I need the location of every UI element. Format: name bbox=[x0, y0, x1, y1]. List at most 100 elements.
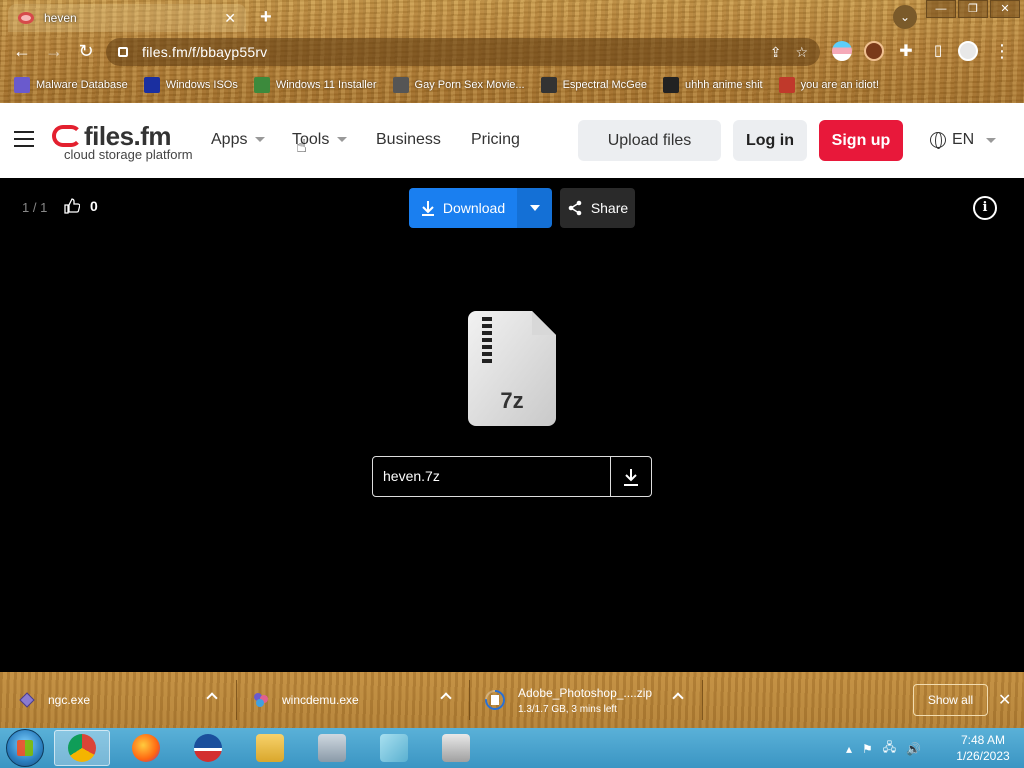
bookmark-star-icon[interactable]: ☆ bbox=[795, 44, 808, 61]
volume-icon[interactable]: 🔊 bbox=[906, 742, 921, 756]
share-page-icon[interactable]: ⇪ bbox=[770, 44, 782, 61]
forward-arrow-icon[interactable]: → bbox=[42, 41, 66, 62]
download-icon bbox=[624, 468, 638, 486]
brand-tagline: cloud storage platform bbox=[64, 147, 193, 162]
browser-frame: heven ✕ + ⌄ — ❐ ✕ ← → ↻ files.fm/f/bbayp… bbox=[0, 0, 1024, 103]
address-bar[interactable]: files.fm/f/bbayp55rv ⇪ ☆ bbox=[106, 38, 820, 66]
back-arrow-icon[interactable]: ← bbox=[10, 41, 34, 62]
file-name-row: heven.7z bbox=[372, 456, 652, 497]
tray-expand-icon[interactable]: ▴ bbox=[846, 742, 852, 756]
download-item[interactable]: wincdemu.exe bbox=[252, 680, 462, 720]
chevron-down-icon bbox=[337, 137, 348, 143]
bookmark-item[interactable]: Gay Porn Sex Movie... bbox=[392, 77, 525, 93]
bookmark-favicon-icon bbox=[540, 77, 557, 93]
bookmark-favicon-icon bbox=[253, 77, 270, 93]
taskbar-store[interactable] bbox=[428, 730, 484, 766]
login-button[interactable]: Log in bbox=[733, 120, 807, 161]
info-icon[interactable]: i bbox=[973, 196, 997, 220]
campaign-logo-icon bbox=[194, 734, 222, 762]
profile-avatar-icon[interactable] bbox=[958, 41, 978, 61]
taskbar-app[interactable] bbox=[304, 730, 360, 766]
bookmark-item[interactable]: Windows 11 Installer bbox=[253, 77, 377, 93]
taskbar-firefox[interactable] bbox=[118, 730, 174, 766]
download-item-in-progress[interactable]: Adobe_Photoshop_....zip 1.3/1.7 GB, 3 mi… bbox=[484, 680, 694, 720]
nav-apps[interactable]: Apps bbox=[211, 131, 266, 149]
exe-file-icon bbox=[254, 693, 268, 707]
lock-icon bbox=[118, 47, 128, 57]
like-button[interactable]: 0 bbox=[64, 198, 98, 214]
bookmark-favicon-icon bbox=[143, 77, 160, 93]
taskbar-chrome[interactable] bbox=[54, 730, 110, 766]
chevron-down-icon bbox=[986, 137, 997, 143]
bookmark-item[interactable]: Windows ISOs bbox=[143, 77, 238, 93]
site-header: files.fm cloud storage platform Apps Too… bbox=[0, 103, 1024, 178]
show-all-downloads-button[interactable]: Show all bbox=[913, 684, 988, 716]
taskbar-notepad[interactable] bbox=[366, 730, 422, 766]
like-count: 0 bbox=[90, 198, 98, 214]
reload-icon[interactable]: ↻ bbox=[74, 41, 98, 62]
file-counter: 1 / 1 bbox=[22, 200, 48, 215]
network-icon[interactable]: 🖧 bbox=[883, 738, 896, 759]
browser-tab[interactable]: heven ✕ bbox=[8, 4, 246, 32]
file-viewer: 1 / 1 0 Download Share i 7z heven.7z bbox=[0, 178, 1024, 672]
action-center-flag-icon[interactable]: ⚑ bbox=[862, 742, 873, 756]
chrome-icon bbox=[68, 734, 96, 762]
extension-flag-icon[interactable] bbox=[832, 41, 852, 61]
caret-down-icon bbox=[529, 205, 540, 211]
shelf-divider bbox=[702, 680, 703, 720]
file-extension-label: 7z bbox=[500, 388, 524, 413]
progress-ring-icon bbox=[485, 690, 505, 710]
download-icon bbox=[421, 201, 434, 216]
download-button[interactable]: Download bbox=[409, 188, 517, 228]
bookmark-item[interactable]: uhhh anime shit bbox=[662, 77, 763, 93]
chevron-up-icon[interactable] bbox=[440, 692, 452, 704]
bookmark-item[interactable]: Espectral McGee bbox=[540, 77, 647, 93]
tab-search-chevron-icon[interactable]: ⌄ bbox=[893, 5, 917, 29]
chevron-up-icon[interactable] bbox=[206, 692, 218, 704]
language-selector[interactable]: EN bbox=[930, 131, 997, 149]
nav-pricing[interactable]: Pricing bbox=[471, 131, 520, 149]
extensions-puzzle-icon[interactable]: ✚ bbox=[894, 41, 918, 61]
file-download-button[interactable] bbox=[610, 457, 651, 496]
tab-title: heven bbox=[44, 11, 77, 25]
shelf-divider bbox=[236, 680, 237, 720]
chevron-up-icon[interactable] bbox=[672, 692, 684, 704]
bookmark-favicon-icon bbox=[14, 77, 30, 93]
side-panel-icon[interactable]: ▯ bbox=[926, 41, 950, 59]
new-tab-button[interactable]: + bbox=[260, 6, 272, 29]
clock-date: 1/26/2023 bbox=[956, 749, 1010, 763]
browser-menu-icon[interactable]: ⋮ bbox=[990, 41, 1014, 62]
system-clock[interactable]: 7:48 AM 1/26/2023 bbox=[946, 732, 1020, 764]
zipper-icon bbox=[482, 317, 492, 365]
url-text[interactable]: files.fm/f/bbayp55rv bbox=[142, 44, 756, 60]
download-options-dropdown[interactable] bbox=[517, 188, 552, 228]
upload-files-button[interactable]: Upload files bbox=[578, 120, 721, 161]
share-button[interactable]: Share bbox=[560, 188, 635, 228]
cloud-logo-icon bbox=[52, 125, 82, 147]
shelf-divider bbox=[469, 680, 470, 720]
download-item[interactable]: ngc.exe bbox=[18, 680, 228, 720]
thumbs-up-icon bbox=[64, 198, 80, 214]
restore-button[interactable]: ❐ bbox=[958, 0, 988, 18]
bookmark-item[interactable]: you are an idiot! bbox=[778, 77, 879, 93]
signup-button[interactable]: Sign up bbox=[819, 120, 903, 161]
taskbar-obama[interactable] bbox=[180, 730, 236, 766]
store-icon bbox=[442, 734, 470, 762]
close-window-button[interactable]: ✕ bbox=[990, 0, 1020, 18]
close-shelf-icon[interactable]: ✕ bbox=[998, 690, 1011, 710]
file-name: heven.7z bbox=[383, 468, 440, 484]
tab-close-icon[interactable]: ✕ bbox=[224, 10, 236, 27]
download-file-name: Adobe_Photoshop_....zip bbox=[518, 685, 653, 700]
globe-icon bbox=[930, 132, 946, 149]
extension-avatar-icon[interactable] bbox=[864, 41, 884, 61]
application-icon bbox=[318, 734, 346, 762]
mouse-pointer-icon: ☝ bbox=[296, 136, 307, 156]
nav-business[interactable]: Business bbox=[376, 131, 441, 149]
chevron-down-icon bbox=[255, 137, 266, 143]
bookmark-item[interactable]: Malware Database bbox=[14, 77, 128, 93]
taskbar-explorer[interactable] bbox=[242, 730, 298, 766]
minimize-button[interactable]: — bbox=[926, 0, 956, 18]
start-button[interactable] bbox=[6, 729, 44, 767]
hamburger-menu-icon[interactable] bbox=[14, 131, 34, 152]
notepad-icon bbox=[380, 734, 408, 762]
